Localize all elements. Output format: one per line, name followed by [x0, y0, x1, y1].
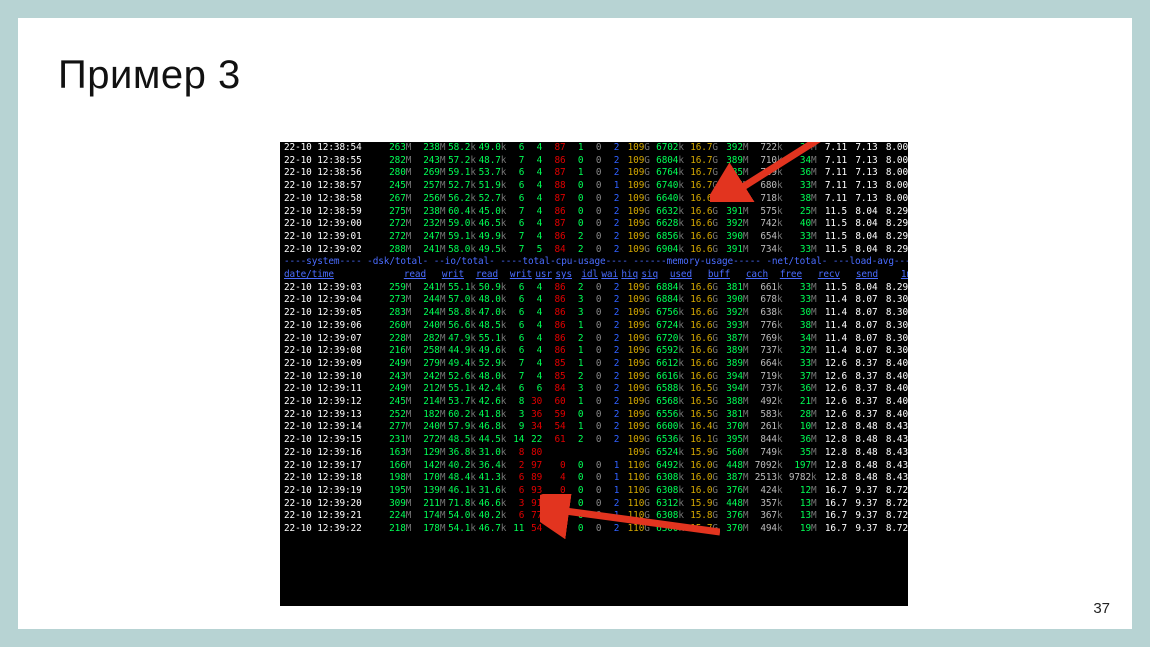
stat-row: 22-10 12:38:55282M243M57.2k48.7k74860021…	[280, 155, 908, 168]
stat-row: 22-10 12:39:09249M279M49.4k52.9k74851021…	[280, 358, 908, 371]
stat-row: 22-10 12:39:02288M241M58.0k49.5k75842021…	[280, 244, 908, 257]
dstat-header-columns: date/timereadwritreadwritusrsysidlwaihiq…	[280, 269, 908, 282]
stat-row: 22-10 12:39:08216M258M44.9k49.6k64861021…	[280, 345, 908, 358]
stat-row: 22-10 12:39:19195M139M46.1k31.6k69300011…	[280, 485, 908, 498]
stat-row: 22-10 12:39:00272M232M59.0k46.5k64870021…	[280, 218, 908, 231]
stat-row: 22-10 12:38:57245M257M52.7k51.9k64880011…	[280, 180, 908, 193]
stat-row: 22-10 12:39:21224M174M54.0k40.2k67716001…	[280, 510, 908, 523]
stat-row: 22-10 12:39:15231M272M48.5k44.5k14226120…	[280, 434, 908, 447]
stat-row: 22-10 12:38:54263M238M58.2k49.0k64871021…	[280, 142, 908, 155]
terminal-output: 22-10 12:38:54263M238M58.2k49.0k64871021…	[280, 142, 908, 606]
stat-row: 22-10 12:39:11249M212M55.1k42.4k66843021…	[280, 383, 908, 396]
stat-row: 22-10 12:38:58267M256M56.2k52.7k64870021…	[280, 193, 908, 206]
stat-row: 22-10 12:39:13252M182M60.2k41.8k33659002…	[280, 409, 908, 422]
stat-row: 22-10 12:39:14277M240M57.9k46.8k93454102…	[280, 421, 908, 434]
stat-row: 22-10 12:39:16163M129M36.8k31.0k880109G6…	[280, 447, 908, 460]
stat-row: 22-10 12:38:59275M238M60.4k45.0k74860021…	[280, 206, 908, 219]
stat-row: 22-10 12:39:18198M170M48.4k41.3k68940011…	[280, 472, 908, 485]
stat-row: 22-10 12:39:10243M242M52.6k48.0k74852021…	[280, 371, 908, 384]
stat-row: 22-10 12:39:05283M244M58.8k47.0k64863021…	[280, 307, 908, 320]
stat-row: 22-10 12:39:04273M244M57.0k48.0k64863021…	[280, 294, 908, 307]
stat-row: 22-10 12:39:17166M142M40.2k36.4k29700011…	[280, 460, 908, 473]
slide-title: Пример 3	[58, 53, 241, 98]
page-number: 37	[1093, 600, 1110, 617]
stat-row: 22-10 12:39:03259M241M55.1k50.9k64862021…	[280, 282, 908, 295]
stat-row: 22-10 12:39:22218M178M54.1k46.7k11543100…	[280, 523, 908, 536]
stat-row: 22-10 12:39:01272M247M59.1k49.9k74862021…	[280, 231, 908, 244]
stat-row: 22-10 12:39:07228M282M47.9k55.1k64862021…	[280, 333, 908, 346]
dstat-header-groups: ----system---- -dsk/total- --io/total- -…	[280, 256, 908, 269]
stat-row: 22-10 12:39:12245M214M53.7k42.6k83060102…	[280, 396, 908, 409]
slide: Пример 3 37 22-10 12:38:54263M238M58.2k4…	[18, 18, 1132, 629]
stat-row: 22-10 12:39:06260M240M56.6k48.5k64861021…	[280, 320, 908, 333]
stat-row: 22-10 12:39:20309M211M71.8k46.6k39150021…	[280, 498, 908, 511]
stat-row: 22-10 12:38:56280M269M59.1k53.7k64871021…	[280, 167, 908, 180]
